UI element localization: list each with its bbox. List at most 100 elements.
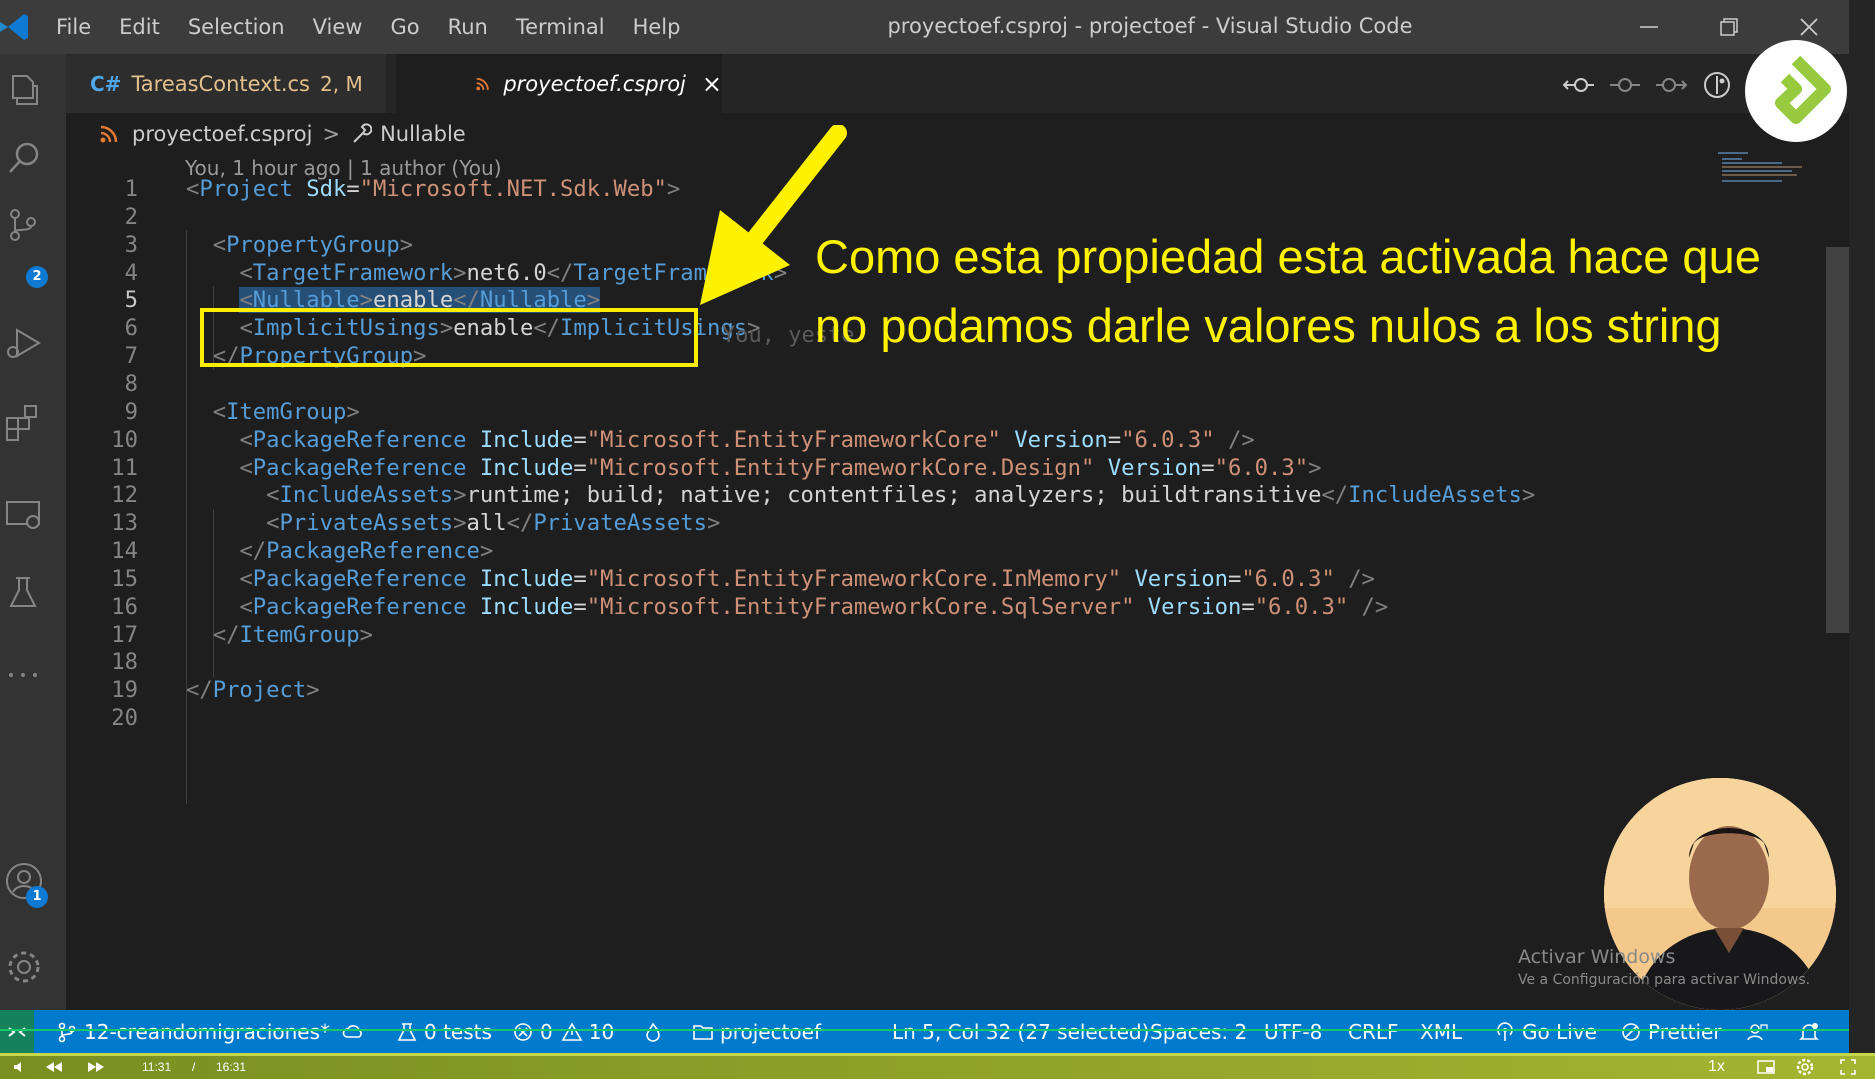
status-sync[interactable] xyxy=(342,1010,370,1053)
code-token: = xyxy=(1227,565,1242,592)
pip-button[interactable] xyxy=(1756,1057,1776,1077)
code-token: > xyxy=(399,231,414,258)
vertical-scrollbar[interactable] xyxy=(1826,247,1849,633)
code-token: < xyxy=(266,482,280,509)
minimize-button[interactable] xyxy=(1634,12,1664,42)
tab-status: 2, M xyxy=(320,71,363,96)
status-problems[interactable]: 0 10 xyxy=(512,1010,614,1053)
fullscreen-button[interactable] xyxy=(1840,1057,1856,1077)
vscode-logo-icon[interactable] xyxy=(0,10,28,44)
code-token: > xyxy=(706,510,721,537)
menu-help[interactable]: Help xyxy=(633,15,681,39)
code-token: < xyxy=(239,565,253,592)
code-token: > xyxy=(453,510,467,537)
status-folder[interactable]: projectoef xyxy=(692,1010,821,1053)
menu-edit[interactable]: Edit xyxy=(119,15,160,39)
code-token: runtime; build; native; contentfiles; an… xyxy=(466,482,1322,509)
status-branch[interactable]: 12-creandomigraciones* xyxy=(56,1010,330,1053)
activation-watermark-title: Activar Windows xyxy=(1518,946,1676,968)
csharp-file-icon: C# xyxy=(90,71,122,96)
rewind-button[interactable] xyxy=(44,1057,64,1077)
code-token: PackageReference xyxy=(252,565,467,592)
restore-button[interactable] xyxy=(1714,12,1744,42)
status-cursor-position[interactable]: Ln 5, Col 32 (27 selected) xyxy=(892,1010,1149,1053)
menu-terminal[interactable]: Terminal xyxy=(516,15,605,39)
code-token: < xyxy=(239,259,253,286)
status-tests[interactable]: 0 tests xyxy=(396,1010,492,1053)
video-progress[interactable] xyxy=(0,1053,1875,1056)
tab-proyectoef-csproj[interactable]: proyectoef.csproj × xyxy=(396,54,722,113)
status-eol[interactable]: CRLF xyxy=(1348,1010,1399,1053)
code-token: < xyxy=(212,398,227,425)
tab-tareascontext[interactable]: C# TareasContext.cs 2, M xyxy=(66,54,386,113)
code-token: = xyxy=(573,565,587,592)
code-token: /> xyxy=(1334,565,1375,592)
code-token: > xyxy=(1521,482,1536,509)
code-token: IncludeAssets xyxy=(279,482,454,509)
status-prettier[interactable]: Prettier xyxy=(1620,1010,1722,1053)
fast-forward-icon xyxy=(88,1062,104,1072)
remote-indicator[interactable] xyxy=(0,1010,34,1053)
player-settings-button[interactable] xyxy=(1796,1057,1814,1077)
code-token: "6.0.3" xyxy=(1121,426,1215,453)
code-token: PackageReference xyxy=(266,538,480,565)
remote-explorer-icon[interactable] xyxy=(3,494,45,536)
code-token: PropertyGroup xyxy=(226,231,400,258)
editor-tabs: C# TareasContext.cs 2, M proyectoef.cspr… xyxy=(66,54,1849,113)
code-token: PrivateAssets xyxy=(279,510,454,537)
breadcrumb-file[interactable]: proyectoef.csproj xyxy=(132,122,312,146)
status-indentation[interactable]: Spaces: 2 xyxy=(1150,1010,1247,1053)
run-debug-icon[interactable] xyxy=(3,322,45,364)
status-notifications[interactable] xyxy=(1798,1010,1826,1053)
code-token: "Microsoft.EntityFrameworkCore.InMemory" xyxy=(586,565,1122,592)
close-icon xyxy=(1800,18,1818,36)
go-forward-icon[interactable] xyxy=(1654,68,1688,102)
menu-view[interactable]: View xyxy=(313,15,363,39)
status-flame[interactable] xyxy=(642,1010,670,1053)
minimap[interactable] xyxy=(1716,150,1816,190)
current-time: 11:31 xyxy=(142,1060,172,1074)
status-bar: 12-creandomigraciones* 0 tests 0 10 proj… xyxy=(0,1010,1849,1053)
timeline-icon[interactable] xyxy=(1608,68,1642,102)
status-language[interactable]: XML xyxy=(1420,1010,1462,1053)
source-control-icon[interactable] xyxy=(3,204,45,246)
search-icon[interactable] xyxy=(3,138,45,180)
code-line[interactable]: 20 xyxy=(66,702,1826,735)
forward-button[interactable] xyxy=(86,1057,106,1077)
menu-run[interactable]: Run xyxy=(448,15,488,39)
go-back-icon[interactable] xyxy=(1562,68,1596,102)
breadcrumb-symbol[interactable]: Nullable xyxy=(380,122,466,146)
tab-close-button[interactable]: × xyxy=(702,70,722,98)
rewind-icon xyxy=(46,1062,62,1072)
code-token: > xyxy=(306,677,320,704)
window-title: proyectoef.csproj - projectoef - Visual … xyxy=(887,14,1413,38)
close-window-button[interactable] xyxy=(1794,12,1824,42)
code-token: > xyxy=(1308,454,1322,481)
code-token: > xyxy=(453,259,467,286)
more-icon[interactable] xyxy=(3,654,45,696)
testing-icon[interactable] xyxy=(3,572,45,614)
menu-selection[interactable]: Selection xyxy=(188,15,285,39)
explorer-icon[interactable] xyxy=(3,68,45,110)
menu-go[interactable]: Go xyxy=(390,15,419,39)
extensions-icon[interactable] xyxy=(3,402,45,444)
tests-count: 0 tests xyxy=(424,1019,492,1044)
status-feedback[interactable] xyxy=(1746,1010,1774,1053)
code-token: IncludeAssets xyxy=(1348,482,1522,509)
open-changes-icon[interactable] xyxy=(1700,68,1734,102)
volume-button[interactable] xyxy=(12,1057,28,1077)
menu-file[interactable]: File xyxy=(56,15,91,39)
status-encoding[interactable]: UTF-8 xyxy=(1264,1010,1322,1053)
right-edge-strip xyxy=(1849,0,1875,1053)
code-token: Version xyxy=(1094,454,1202,481)
code-token: </ xyxy=(546,259,574,286)
status-go-live[interactable]: Go Live xyxy=(1494,1010,1597,1053)
code-token: > xyxy=(359,621,374,648)
code-token: < xyxy=(239,593,253,620)
playback-speed[interactable]: 1x xyxy=(1708,1057,1725,1077)
code-token: < xyxy=(239,454,253,481)
settings-gear-icon[interactable] xyxy=(3,946,45,988)
